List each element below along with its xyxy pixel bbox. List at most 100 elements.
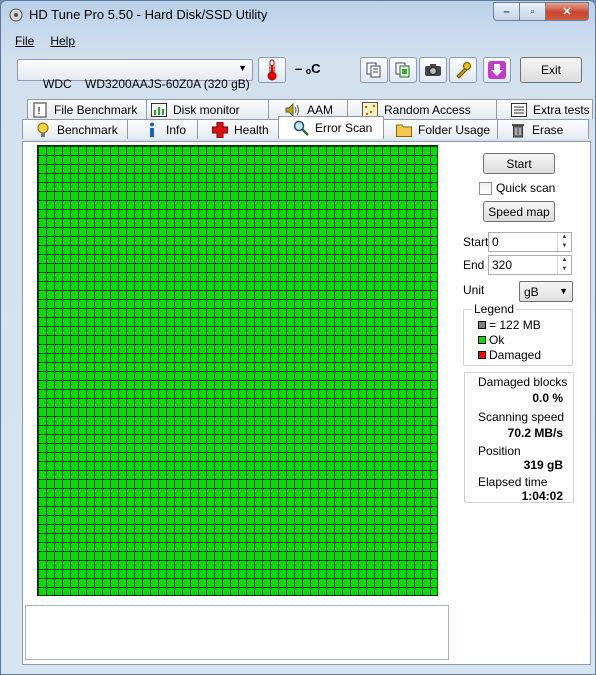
tab-label: AAM bbox=[307, 102, 334, 117]
spin-arrows-icon[interactable]: ▲ ▼ bbox=[557, 233, 571, 251]
tab-label: Folder Usage bbox=[418, 122, 491, 137]
disk-monitor-icon bbox=[151, 102, 167, 118]
menu-file-label: File bbox=[15, 34, 35, 48]
unit-label: Unit bbox=[463, 283, 485, 297]
download-arrow-icon bbox=[488, 61, 506, 79]
tab-label: Error Scan bbox=[315, 121, 373, 135]
end-field-label: End bbox=[463, 258, 485, 272]
toolbar: WDC WD3200AAJS-60Z0A (320 gB) ▼ – ₒC Exi… bbox=[7, 53, 589, 91]
legend-block-size-label: = 122 MB bbox=[489, 318, 541, 332]
tab-error-scan[interactable]: Error Scan bbox=[278, 116, 384, 139]
tab-row-bottom: Benchmark Info Health Error Scan Folder … bbox=[22, 116, 589, 139]
temperature-readout: – ₒC bbox=[295, 61, 321, 76]
green-swatch bbox=[478, 336, 486, 344]
red-swatch bbox=[478, 351, 486, 359]
menu-help[interactable]: Help bbox=[42, 32, 83, 50]
tab-benchmark[interactable]: Benchmark bbox=[22, 119, 128, 139]
copy-text-button[interactable] bbox=[360, 57, 388, 83]
position-label: Position bbox=[478, 444, 521, 458]
quick-scan-checkbox[interactable]: Quick scan bbox=[479, 181, 555, 195]
scan-stats: Damaged blocks 0.0 % Scanning speed 70.2… bbox=[464, 372, 574, 503]
unit-select-value: gB bbox=[524, 285, 539, 299]
tab-label: Random Access bbox=[384, 102, 471, 117]
folder-icon bbox=[396, 122, 412, 138]
tab-health[interactable]: Health bbox=[197, 119, 279, 139]
tools-icon bbox=[456, 62, 471, 79]
scanning-speed-value: 70.2 MB/s bbox=[507, 426, 563, 440]
tab-info[interactable]: Info bbox=[127, 119, 198, 139]
legend-ok-label: Ok bbox=[489, 333, 505, 347]
lightbulb-icon bbox=[35, 122, 51, 138]
legend-damaged-label: Damaged bbox=[489, 348, 542, 362]
spin-arrows-icon[interactable]: ▲ ▼ bbox=[557, 256, 571, 274]
tab-file-benchmark[interactable]: ! File Benchmark bbox=[27, 99, 147, 119]
menu-help-label: Help bbox=[50, 34, 76, 48]
menu-bar: File Help bbox=[7, 32, 83, 50]
maximize-button[interactable]: ▫ bbox=[519, 2, 545, 21]
tab-label: Info bbox=[166, 122, 187, 137]
title-bar[interactable]: HD Tune Pro 5.50 - Hard Disk/SSD Utility… bbox=[1, 1, 595, 29]
drive-select-value: WDC WD3200AAJS-60Z0A (320 gB) bbox=[43, 77, 250, 91]
end-input[interactable]: 320 ▲ ▼ bbox=[488, 255, 572, 275]
thermometer-icon bbox=[267, 59, 277, 81]
tab-erase[interactable]: Erase bbox=[497, 119, 589, 139]
start-input[interactable]: 0 ▲ ▼ bbox=[488, 232, 572, 252]
info-icon bbox=[144, 122, 160, 138]
start-button[interactable]: Start bbox=[483, 153, 555, 174]
options-button[interactable] bbox=[449, 57, 477, 83]
damaged-blocks-value: 0.0 % bbox=[532, 391, 563, 405]
minimize-button[interactable]: – bbox=[493, 2, 519, 21]
file-benchmark-icon: ! bbox=[32, 102, 48, 118]
svg-text:!: ! bbox=[37, 106, 41, 117]
trash-icon bbox=[510, 122, 526, 138]
copy-green-icon bbox=[395, 62, 410, 78]
app-window: HD Tune Pro 5.50 - Hard Disk/SSD Utility… bbox=[0, 0, 596, 675]
magnifier-icon bbox=[293, 120, 309, 136]
copy-icon bbox=[366, 62, 381, 78]
tab-label: Extra tests bbox=[533, 102, 590, 117]
legend-ok: Ok bbox=[478, 333, 504, 347]
unit-select[interactable]: gB ▼ bbox=[519, 281, 573, 302]
scan-log bbox=[25, 605, 449, 660]
legend: Legend = 122 MB Ok Damaged bbox=[463, 302, 573, 366]
camera-icon bbox=[425, 64, 441, 76]
elapsed-time-label: Elapsed time bbox=[478, 475, 548, 489]
temperature-button[interactable] bbox=[258, 57, 286, 83]
screenshot-button[interactable] bbox=[419, 57, 447, 83]
position-value: 319 gB bbox=[523, 458, 563, 472]
exit-button[interactable]: Exit bbox=[520, 57, 582, 83]
close-button[interactable]: ✕ bbox=[545, 2, 589, 21]
elapsed-time-value: 1:04:02 bbox=[521, 489, 563, 503]
tab-folder-usage[interactable]: Folder Usage bbox=[383, 119, 498, 139]
menu-file[interactable]: File bbox=[7, 32, 42, 50]
tab-label: Benchmark bbox=[57, 122, 118, 137]
chevron-down-icon: ▼ bbox=[238, 63, 247, 73]
legend-block-size: = 122 MB bbox=[478, 318, 541, 332]
tab-label: File Benchmark bbox=[54, 102, 138, 117]
start-input-value: 0 bbox=[492, 235, 499, 249]
start-field-label: Start bbox=[463, 235, 489, 249]
tab-extra-tests[interactable]: Extra tests bbox=[496, 99, 593, 119]
scanning-speed-label: Scanning speed bbox=[478, 410, 565, 424]
health-cross-icon bbox=[212, 121, 228, 138]
drive-select[interactable]: WDC WD3200AAJS-60Z0A (320 gB) ▼ bbox=[17, 59, 253, 91]
quick-scan-label: Quick scan bbox=[496, 181, 556, 195]
extra-tests-icon bbox=[511, 102, 527, 118]
chevron-down-icon: ▼ bbox=[559, 286, 568, 296]
tab-label: Health bbox=[234, 122, 269, 137]
speed-map-button[interactable]: Speed map bbox=[483, 201, 555, 222]
block-map bbox=[37, 145, 438, 596]
tab-disk-monitor[interactable]: Disk monitor bbox=[146, 99, 269, 119]
legend-damaged: Damaged bbox=[478, 348, 541, 362]
caption-buttons: – ▫ ✕ bbox=[493, 2, 589, 21]
damaged-blocks-label: Damaged blocks bbox=[478, 375, 568, 389]
checkbox-box bbox=[479, 181, 492, 195]
save-button[interactable] bbox=[483, 57, 511, 83]
copy-image-button[interactable] bbox=[389, 57, 417, 83]
gray-swatch bbox=[478, 321, 486, 329]
tab-label: Erase bbox=[532, 122, 564, 137]
tab-label: Disk monitor bbox=[173, 102, 240, 117]
legend-title: Legend bbox=[472, 302, 517, 316]
end-input-value: 320 bbox=[492, 258, 513, 272]
error-scan-panel: Start Quick scan Speed map Start 0 ▲ ▼ En… bbox=[22, 141, 591, 665]
